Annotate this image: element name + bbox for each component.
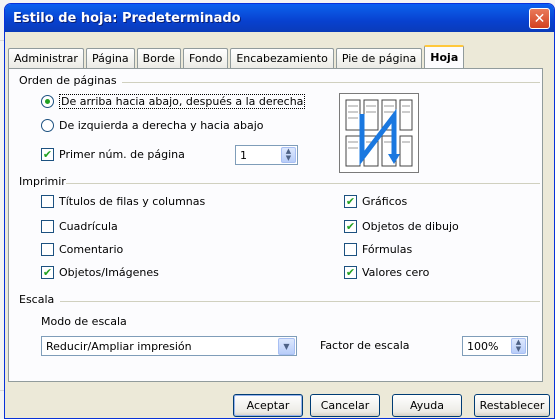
checkbox-formulas[interactable]: Fórmulas (344, 243, 412, 256)
help-button[interactable]: Ayuda (392, 394, 462, 417)
tab-bar: Administrar Página Borde Fondo Encabezam… (8, 45, 466, 68)
grid-label: Cuadrícula (59, 220, 118, 233)
checkbox-icon[interactable] (41, 195, 54, 208)
section-title-print: Imprimir (19, 175, 66, 188)
checkbox-icon[interactable]: ✔ (344, 220, 357, 233)
section-divider (122, 82, 540, 83)
tab-administrar[interactable]: Administrar (8, 48, 84, 68)
chevron-down-icon[interactable]: ▼ (278, 337, 295, 355)
radio-icon[interactable] (41, 95, 54, 108)
reset-button[interactable]: Restablecer (474, 394, 550, 417)
section-divider (60, 301, 540, 302)
tab-hoja[interactable]: Hoja (424, 45, 465, 68)
checkbox-charts[interactable]: ✔ Gráficos (344, 195, 407, 208)
close-icon: ✕ (533, 10, 546, 27)
row-col-titles-label: Títulos de filas y columnas (59, 195, 206, 208)
radio-top-to-bottom[interactable]: De arriba hacia abajo, después a la dere… (41, 94, 306, 109)
charts-label: Gráficos (362, 195, 408, 208)
tab-encabezamiento[interactable]: Encabezamiento (230, 48, 334, 68)
radio-label-top-to-bottom: De arriba hacia abajo, después a la dere… (59, 94, 306, 109)
radio-selected-dot (45, 99, 50, 104)
checkbox-row-col-titles[interactable]: Títulos de filas y columnas (41, 195, 205, 208)
section-divider (66, 183, 540, 184)
scale-mode-select[interactable]: Reducir/Ampliar impresión ▼ (41, 336, 297, 356)
checkbox-drawing-objects[interactable]: ✔ Objetos de dibujo (344, 220, 459, 233)
dialog-title: Estilo de hoja: Predeterminado (13, 10, 241, 26)
first-page-number-value[interactable]: 1 (236, 149, 281, 162)
title-bar[interactable]: Estilo de hoja: Predeterminado (5, 4, 554, 32)
scale-mode-value: Reducir/Ampliar impresión (46, 339, 192, 353)
spinner-arrows-icon[interactable]: ▲ ▼ (281, 147, 296, 163)
first-page-number-stepper[interactable]: 1 ▲ ▼ (235, 145, 298, 165)
checkbox-zero-values[interactable]: ✔ Valores cero (344, 266, 429, 279)
tab-borde[interactable]: Borde (136, 48, 181, 68)
checkbox-icon[interactable] (344, 243, 357, 256)
checkbox-icon[interactable] (41, 220, 54, 233)
checkbox-icon[interactable]: ✔ (41, 266, 54, 279)
tab-pagina[interactable]: Página (85, 48, 135, 68)
formulas-label: Fórmulas (362, 243, 413, 256)
checkbox-icon[interactable]: ✔ (344, 266, 357, 279)
scale-factor-value[interactable]: 100% (463, 340, 511, 353)
cancel-button[interactable]: Cancelar (310, 394, 380, 417)
checkbox-objects-images[interactable]: ✔ Objetos/Imágenes (41, 266, 159, 279)
tab-pie-de-pagina[interactable]: Pie de página (335, 48, 423, 68)
section-title-page-order: Orden de páginas (19, 74, 117, 87)
scale-factor-label: Factor de escala (320, 339, 410, 352)
page-order-preview-icon (339, 93, 419, 173)
radio-label-left-to-right: De izquierda a derecha y hacia abajo (59, 119, 264, 132)
scale-mode-label: Modo de escala (41, 315, 127, 328)
checkbox-icon[interactable]: ✔ (344, 195, 357, 208)
drawing-objects-label: Objetos de dibujo (362, 220, 459, 233)
checkbox-icon[interactable] (41, 243, 54, 256)
scale-factor-stepper[interactable]: 100% ▲ ▼ (462, 336, 528, 356)
radio-icon[interactable] (41, 119, 54, 132)
objects-images-label: Objetos/Imágenes (59, 266, 159, 279)
checkbox-comment[interactable]: Comentario (41, 243, 123, 256)
page-order-preview-graphic (345, 99, 413, 167)
section-title-scale: Escala (19, 293, 55, 306)
first-page-number-label: Primer núm. de página (59, 148, 185, 161)
spinner-arrows-icon[interactable]: ▲ ▼ (511, 338, 526, 354)
checkbox-first-page-number[interactable]: ✔ Primer núm. de página (41, 148, 185, 161)
radio-left-to-right[interactable]: De izquierda a derecha y hacia abajo (41, 119, 264, 132)
comment-label: Comentario (59, 243, 124, 256)
zero-values-label: Valores cero (362, 266, 430, 279)
checkbox-icon[interactable]: ✔ (41, 148, 54, 161)
close-button[interactable]: ✕ (529, 8, 550, 29)
ok-button[interactable]: Aceptar (233, 394, 303, 417)
tab-fondo[interactable]: Fondo (182, 48, 229, 68)
checkbox-grid[interactable]: Cuadrícula (41, 220, 118, 233)
